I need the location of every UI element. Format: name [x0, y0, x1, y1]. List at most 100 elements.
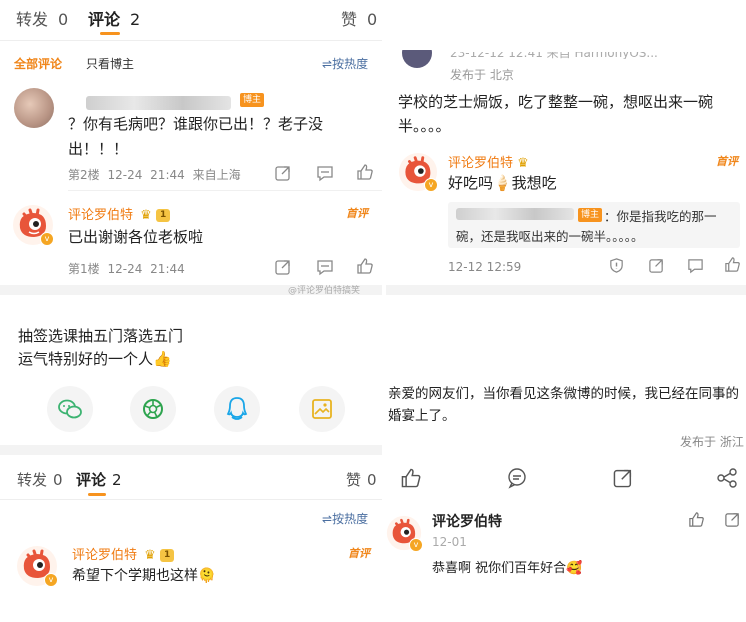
blurred-username — [86, 92, 231, 111]
tab-forward[interactable]: 转发 0 — [16, 6, 68, 30]
tab-comment[interactable]: 评论 2 — [88, 6, 140, 30]
share-icon[interactable] — [716, 467, 738, 489]
tab-like-label: 赞 — [346, 471, 362, 489]
like-icon[interactable] — [724, 256, 741, 273]
tab-comment-label: 评论 — [76, 471, 107, 489]
post-text-line2: 运气特别好的一个人👍 — [18, 350, 172, 368]
wechat-icon — [58, 399, 82, 419]
comment-date: 12-24 — [107, 168, 143, 182]
sort-label: 按热度 — [332, 57, 369, 71]
comment-time: 21:44 — [150, 168, 185, 182]
tab-forward[interactable]: 转发 0 — [17, 469, 63, 490]
comment-text: 已出谢谢各位老板啦 — [68, 228, 204, 246]
verified-badge: v — [44, 573, 58, 587]
verified-badge: v — [424, 178, 438, 192]
floor-number: 第1楼 — [68, 262, 100, 276]
post-text: 学校的芝士焗饭，吃了整整一碗，想呕出来一碗半。。。。 — [398, 93, 714, 135]
comment-user-row: 评论罗伯特 ♛ 1 — [72, 544, 175, 563]
comment-date: 12-24 — [107, 262, 143, 276]
avatar[interactable]: v — [12, 204, 54, 246]
report-icon[interactable] — [608, 257, 625, 274]
forward-count: 0 — [53, 471, 63, 489]
comment-meta: 第2楼 12-24 21:44 来自上海 — [68, 166, 241, 183]
forward-icon[interactable] — [612, 467, 634, 489]
post-location: 发布于 北京 — [450, 68, 514, 82]
like-icon[interactable] — [356, 257, 374, 275]
comments-panel-top-left: 转发 0 评论 2 赞0 全部评论 只看博主 ⇌按热度 博主 ？你有毛病吧？谁跟你已… — [0, 0, 382, 285]
crown-icon: ♛ — [140, 208, 152, 223]
save-image-button[interactable] — [299, 386, 345, 432]
comment-location: 来自上海 — [192, 168, 241, 182]
post-panel-middle-right: 亲爱的网友们，当你看见这条微博的时候，我已经在同事的婚宴上了。 发布于 浙江 — [386, 295, 746, 495]
like-icon[interactable] — [356, 163, 374, 181]
level-badge: 1 — [159, 549, 175, 562]
first-comment-tag: 首评 — [346, 207, 368, 220]
avatar[interactable] — [14, 88, 54, 128]
reply-icon[interactable] — [687, 257, 704, 274]
first-comment-tag: 首评 — [716, 155, 738, 168]
username[interactable]: 评论罗伯特 — [68, 208, 133, 223]
comment-date: 12-01 — [432, 535, 467, 549]
reply-icon[interactable] — [316, 164, 334, 182]
quoted-text: ：你是指我吃的那一碗，还是我呕出来的一碗半。。。。。 — [456, 209, 717, 244]
tab-forward-label: 转发 — [16, 10, 49, 29]
verified-badge: v — [409, 538, 423, 552]
forward-icon[interactable] — [274, 164, 292, 182]
share-wechat-button[interactable] — [47, 386, 93, 432]
forward-icon[interactable] — [274, 258, 292, 276]
divider — [0, 499, 382, 500]
sort-icon: ⇌ — [322, 512, 333, 526]
tab-comment[interactable]: 评论 2 — [76, 469, 122, 490]
separator-bar — [0, 285, 746, 295]
quoted-reply-box[interactable]: 博主 ：你是指我吃的那一碗，还是我呕出来的一碗半。。。。。 — [448, 202, 740, 248]
sort-by-hot[interactable]: ⇌按热度 — [322, 510, 368, 527]
first-comment-tag: 首评 — [348, 547, 370, 560]
tab-forward-label: 转发 — [17, 471, 48, 489]
post-location: 发布于 浙江 — [680, 435, 744, 449]
username[interactable]: 评论罗伯特 — [72, 548, 137, 563]
comment-text: 恭喜啊 祝你们百年好合🥰 — [432, 561, 583, 576]
username[interactable]: 评论罗伯特 — [432, 511, 502, 531]
share-moments-button[interactable] — [130, 386, 176, 432]
active-tab-underline — [88, 493, 106, 496]
post-share-panel: 抽签选课抽五门落选五门 运气特别好的一个人👍 — [0, 295, 382, 445]
avatar[interactable]: v — [386, 515, 423, 552]
sort-by-hot[interactable]: ⇌按热度 — [322, 55, 368, 72]
divider — [68, 190, 382, 191]
post-text-line1: 抽签选课抽五门落选五门 — [18, 327, 184, 345]
forward-count: 0 — [58, 10, 69, 29]
comment-icon[interactable] — [506, 467, 528, 489]
share-qq-button[interactable] — [214, 386, 260, 432]
like-icon[interactable] — [688, 511, 705, 528]
tab-like[interactable]: 赞0 — [341, 6, 377, 30]
sort-icon: ⇌ — [322, 57, 333, 71]
blogger-badge: 博主 — [240, 93, 265, 107]
verified-badge: v — [40, 232, 54, 246]
comment-count: 2 — [130, 10, 141, 29]
level-badge: 1 — [155, 209, 171, 222]
qq-icon — [226, 397, 248, 420]
crown-icon: ♛ — [144, 548, 156, 563]
crown-icon: ♛ — [517, 156, 529, 171]
like-count: 0 — [367, 471, 377, 489]
filter-all-comments[interactable]: 全部评论 — [14, 55, 62, 72]
avatar[interactable]: v — [16, 545, 58, 587]
post-panel-top-right: 23-12-12 12:41 来自 HarmonyOS... 发布于 北京 学校… — [386, 0, 746, 285]
comment-panel-bottom-right: v 评论罗伯特 12-01 恭喜啊 祝你们百年好合🥰 — [386, 495, 746, 622]
avatar[interactable]: v — [398, 152, 438, 192]
forward-icon[interactable] — [648, 257, 665, 274]
post-text: 亲爱的网友们，当你看见这条微博的时候，我已经在同事的婚宴上了。 — [388, 386, 739, 424]
tab-like[interactable]: 赞0 — [346, 469, 377, 490]
comment-time: 21:44 — [150, 262, 185, 276]
username[interactable]: 评论罗伯特 — [448, 156, 513, 171]
comments-panel-bottom-left: 转发 0 评论 2 赞0 ⇌按热度 v 评论罗伯特 ♛ 1 首评 希望下个学期也这样… — [0, 455, 382, 622]
moments-icon — [143, 399, 163, 419]
reply-icon[interactable] — [316, 258, 334, 276]
post-meta-top: 23-12-12 12:41 来自 HarmonyOS... — [450, 46, 658, 59]
forward-icon[interactable] — [724, 511, 741, 528]
reply-time: 12-12 12:59 — [448, 260, 522, 274]
tab-comment-label: 评论 — [88, 10, 121, 29]
filter-blogger-only[interactable]: 只看博主 — [86, 55, 134, 72]
like-icon[interactable] — [400, 467, 422, 489]
avatar[interactable] — [402, 50, 432, 68]
